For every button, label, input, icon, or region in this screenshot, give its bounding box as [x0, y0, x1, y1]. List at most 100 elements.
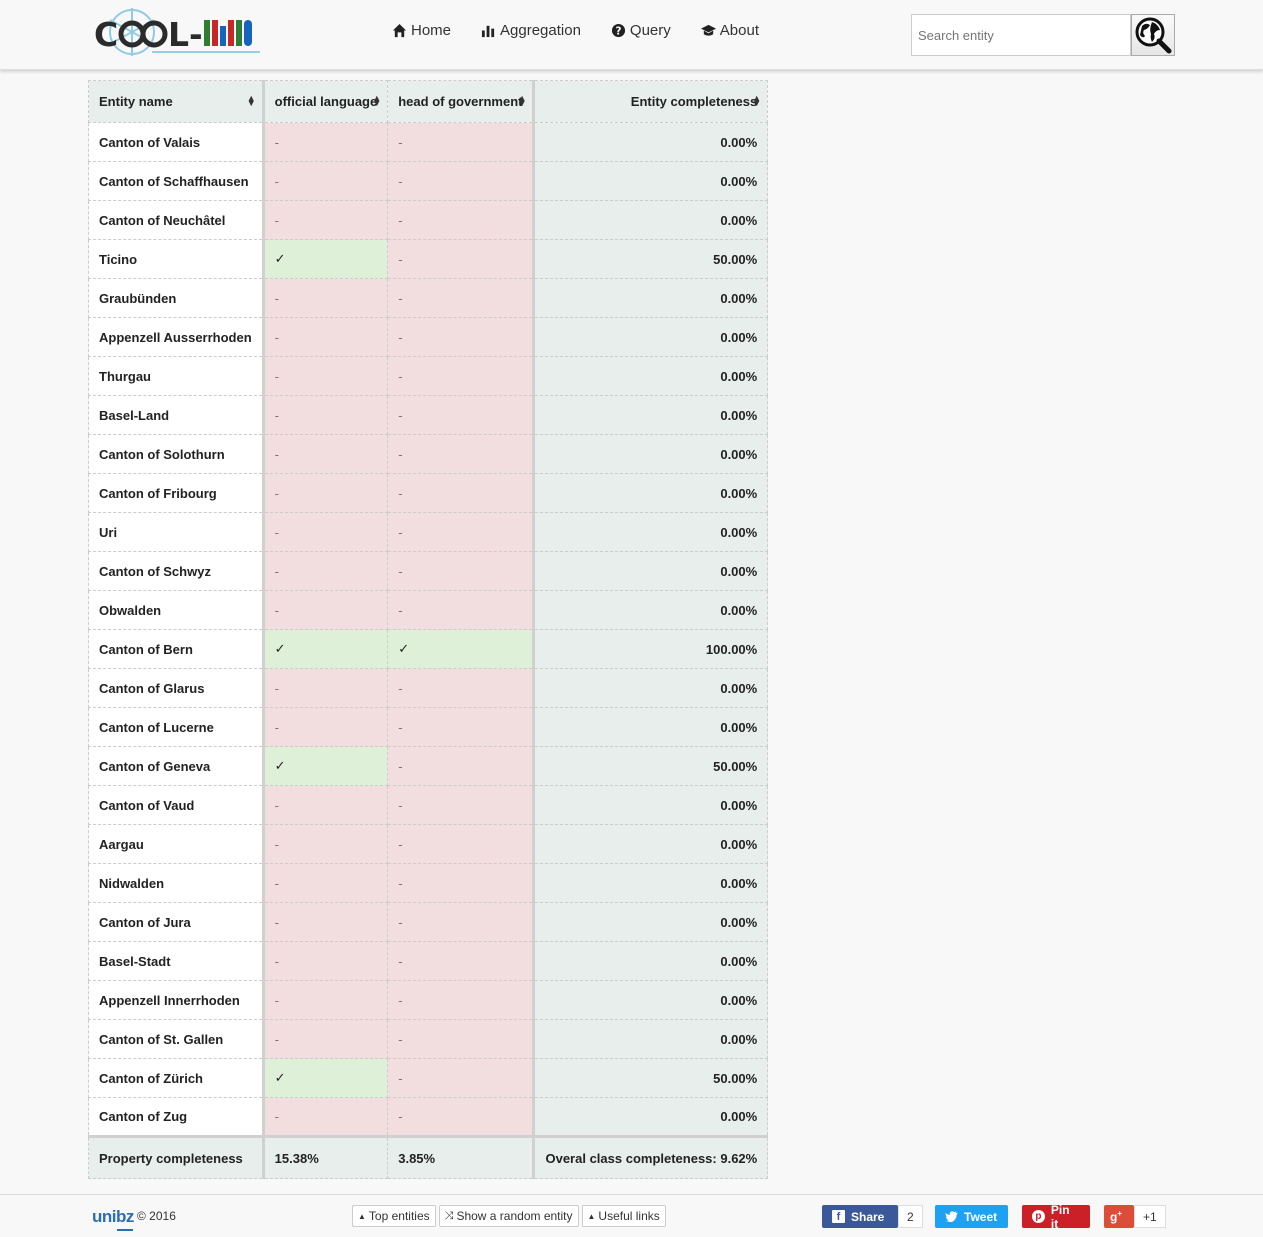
- sort-icon: ▲ ▼: [246, 93, 256, 108]
- entity-name-link[interactable]: Basel-Land: [88, 395, 265, 435]
- cool-wd-logo: C L-: [94, 8, 260, 56]
- facebook-icon: f: [832, 1210, 845, 1223]
- nav-home[interactable]: Home: [392, 22, 451, 39]
- table-header-row: Entity name ▲ ▼ official language ▲ ▼ head o…: [88, 80, 769, 123]
- entity-name-link[interactable]: Canton of Schaffhausen: [88, 161, 265, 201]
- entity-name-link[interactable]: Canton of Bern: [88, 629, 265, 669]
- official-language-cell: -: [263, 551, 389, 591]
- entity-completeness-cell: 0.00%: [533, 317, 769, 357]
- entity-name-link[interactable]: Canton of Geneva: [88, 746, 265, 786]
- entity-name-link[interactable]: Canton of Zug: [88, 1097, 265, 1137]
- table-row: Canton of Jura - -0.00%: [88, 902, 769, 942]
- table-row: Canton of Valais - -0.00%: [88, 122, 769, 162]
- head-of-government-cell: -: [387, 551, 536, 591]
- nav-query-label: Query: [629, 22, 671, 39]
- twitter-tweet-button[interactable]: Tweet: [935, 1205, 1008, 1228]
- entity-completeness-cell: 0.00%: [533, 590, 769, 630]
- entity-completeness-cell: 0.00%: [533, 707, 769, 747]
- entity-name-link[interactable]: Basel-Stadt: [88, 941, 265, 981]
- official-language-cell: ✓: [263, 1058, 389, 1098]
- facebook-share-button[interactable]: f Share: [822, 1205, 898, 1228]
- entity-name-link[interactable]: Ticino: [88, 239, 265, 279]
- official-language-cell: -: [263, 434, 389, 474]
- useful-links-button[interactable]: ▲ Useful links: [581, 1205, 666, 1227]
- table-row: Canton of Geneva ✓ -50.00%: [88, 746, 769, 786]
- entity-name-link[interactable]: Uri: [88, 512, 265, 552]
- table-row: Basel-Land - -0.00%: [88, 395, 769, 435]
- entity-name-link[interactable]: Obwalden: [88, 590, 265, 630]
- entity-name-link[interactable]: Canton of Valais: [88, 122, 265, 162]
- entity-name-link[interactable]: Canton of Fribourg: [88, 473, 265, 513]
- twitter-icon: [945, 1211, 958, 1222]
- nav-about[interactable]: About: [700, 22, 759, 39]
- col-official-language[interactable]: official language ▲ ▼: [263, 80, 389, 123]
- table-row: Canton of Zürich ✓ -50.00%: [88, 1058, 769, 1098]
- entity-completeness-cell: 0.00%: [533, 980, 769, 1020]
- graduation-cap-icon: [700, 24, 716, 36]
- entity-completeness-cell: 0.00%: [533, 278, 769, 318]
- head-of-government-cell: -: [387, 434, 536, 474]
- entity-name-link[interactable]: Canton of Schwyz: [88, 551, 265, 591]
- entity-name-link[interactable]: Graubünden: [88, 278, 265, 318]
- top-entities-button[interactable]: ▲ Top entities: [352, 1205, 436, 1227]
- entity-completeness-cell: 0.00%: [533, 902, 769, 942]
- entity-name-link[interactable]: Canton of St. Gallen: [88, 1019, 265, 1059]
- entity-name-link[interactable]: Appenzell Ausserrhoden: [88, 317, 265, 357]
- nav-query[interactable]: ? Query: [611, 22, 671, 39]
- head-of-government-cell: -: [387, 239, 536, 279]
- entity-name-link[interactable]: Nidwalden: [88, 863, 265, 903]
- search-button[interactable]: [1131, 14, 1175, 56]
- entity-name-link[interactable]: Canton of Solothurn: [88, 434, 265, 474]
- entity-completeness-cell: 0.00%: [533, 551, 769, 591]
- table-row: Canton of Zug - -0.00%: [88, 1097, 769, 1137]
- property-completeness-label: Property completeness: [88, 1135, 265, 1179]
- unibz-logo[interactable]: unibz: [92, 1207, 134, 1227]
- nav-home-label: Home: [411, 22, 452, 39]
- property-completeness-head-of-government: 3.85%: [387, 1135, 536, 1179]
- entity-name-link[interactable]: Canton of Glarus: [88, 668, 265, 708]
- official-language-cell: -: [263, 395, 389, 435]
- entity-name-link[interactable]: Aargau: [88, 824, 265, 864]
- google-plus-count: +1: [1134, 1205, 1166, 1228]
- entity-name-link[interactable]: Thurgau: [88, 356, 265, 396]
- head-of-government-cell: -: [387, 122, 536, 162]
- table-row: Canton of Schaffhausen - -0.00%: [88, 161, 769, 201]
- entity-name-link[interactable]: Appenzell Innerrhoden: [88, 980, 265, 1020]
- nav-aggregation[interactable]: Aggregation: [481, 22, 581, 39]
- head-of-government-cell: -: [387, 668, 536, 708]
- entity-name-link[interactable]: Canton of Lucerne: [88, 707, 265, 747]
- footer-buttons: ▲ Top entities ⤨ Show a random entity ▲ Use…: [352, 1205, 666, 1227]
- head-of-government-cell: -: [387, 1019, 536, 1059]
- official-language-cell: -: [263, 707, 389, 747]
- svg-text:?: ?: [615, 25, 621, 37]
- logo[interactable]: C L-: [92, 6, 262, 62]
- col-entity-completeness[interactable]: Entity completeness ▲ ▼: [533, 80, 769, 123]
- google-plus-button[interactable]: g+: [1104, 1205, 1134, 1228]
- head-of-government-cell: -: [387, 473, 536, 513]
- entity-completeness-cell: 0.00%: [533, 356, 769, 396]
- main-nav: Home Aggregation ? Query About: [392, 22, 759, 39]
- question-icon: ?: [611, 23, 625, 37]
- pinterest-pin-button[interactable]: p Pin it: [1022, 1203, 1090, 1231]
- table-row: Canton of Neuchâtel - -0.00%: [88, 200, 769, 240]
- property-completeness-official-language: 15.38%: [263, 1135, 389, 1179]
- sort-icon: ▲ ▼: [372, 93, 382, 108]
- entity-completeness-cell: 0.00%: [533, 512, 769, 552]
- table-footer-row: Property completeness 15.38% 3.85% Overa…: [88, 1135, 769, 1179]
- entity-completeness-cell: 0.00%: [533, 863, 769, 903]
- entity-name-link[interactable]: Canton of Neuchâtel: [88, 200, 265, 240]
- entity-name-link[interactable]: Canton of Vaud: [88, 785, 265, 825]
- official-language-cell: -: [263, 161, 389, 201]
- col-head-of-government[interactable]: head of government ▲ ▼: [387, 80, 536, 123]
- triangle-up-icon: ▲: [587, 1211, 596, 1221]
- col-entity-name[interactable]: Entity name ▲ ▼: [88, 80, 265, 123]
- random-entity-button[interactable]: ⤨ Show a random entity: [438, 1205, 579, 1227]
- head-of-government-cell: -: [387, 200, 536, 240]
- official-language-cell: -: [263, 317, 389, 357]
- entity-name-link[interactable]: Canton of Zürich: [88, 1058, 265, 1098]
- sort-icon: ▲ ▼: [752, 93, 762, 108]
- sort-icon: ▲ ▼: [517, 93, 527, 108]
- search-input[interactable]: [911, 14, 1131, 56]
- entity-name-link[interactable]: Canton of Jura: [88, 902, 265, 942]
- entity-completeness-cell: 50.00%: [533, 746, 769, 786]
